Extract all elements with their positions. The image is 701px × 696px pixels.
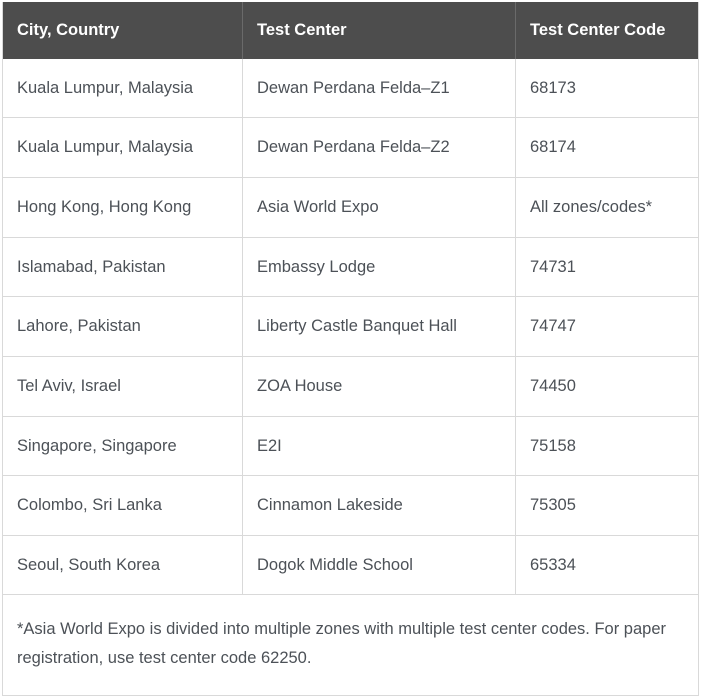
cell-test-center-code: All zones/codes* [515,177,699,238]
table-row: Colombo, Sri Lanka Cinnamon Lakeside 753… [2,475,699,536]
table-footnote: *Asia World Expo is divided into multipl… [2,594,699,696]
table-header: City, Country Test Center Test Center Co… [2,2,699,59]
table-row: Kuala Lumpur, Malaysia Dewan Perdana Fel… [2,58,699,119]
cell-test-center: Asia World Expo [242,177,516,238]
cell-city-country: Tel Aviv, Israel [2,356,243,417]
table-header-row: City, Country Test Center Test Center Co… [2,2,699,59]
table-row: Hong Kong, Hong Kong Asia World Expo All… [2,177,699,238]
test-center-table-container: City, Country Test Center Test Center Co… [0,0,701,696]
cell-city-country: Seoul, South Korea [2,535,243,596]
cell-test-center-code: 74450 [515,356,699,417]
cell-test-center-code: 75305 [515,475,699,536]
cell-test-center-code: 75158 [515,416,699,477]
cell-test-center: Embassy Lodge [242,237,516,298]
cell-test-center-code: 65334 [515,535,699,596]
cell-test-center-code: 68173 [515,58,699,119]
table-row: Tel Aviv, Israel ZOA House 74450 [2,356,699,417]
table-row: Lahore, Pakistan Liberty Castle Banquet … [2,296,699,357]
cell-city-country: Hong Kong, Hong Kong [2,177,243,238]
cell-test-center: ZOA House [242,356,516,417]
table-body: Kuala Lumpur, Malaysia Dewan Perdana Fel… [2,58,699,696]
table-row: Seoul, South Korea Dogok Middle School 6… [2,535,699,596]
test-center-table: City, Country Test Center Test Center Co… [2,2,699,696]
cell-test-center: Dogok Middle School [242,535,516,596]
column-header-test-center-code: Test Center Code [515,2,699,59]
cell-test-center-code: 74747 [515,296,699,357]
cell-city-country: Lahore, Pakistan [2,296,243,357]
cell-test-center: Dewan Perdana Felda–Z1 [242,58,516,119]
table-row: Singapore, Singapore E2I 75158 [2,416,699,477]
table-row: Kuala Lumpur, Malaysia Dewan Perdana Fel… [2,117,699,179]
cell-city-country: Singapore, Singapore [2,416,243,477]
cell-test-center: Cinnamon Lakeside [242,475,516,536]
cell-test-center-code: 68174 [515,117,699,179]
table-footnote-row: *Asia World Expo is divided into multipl… [2,594,699,696]
table-row: Islamabad, Pakistan Embassy Lodge 74731 [2,237,699,298]
cell-city-country: Colombo, Sri Lanka [2,475,243,536]
cell-city-country: Kuala Lumpur, Malaysia [2,117,243,179]
column-header-city-country: City, Country [2,2,243,59]
cell-test-center: E2I [242,416,516,477]
cell-test-center: Liberty Castle Banquet Hall [242,296,516,357]
column-header-test-center: Test Center [242,2,516,59]
cell-test-center: Dewan Perdana Felda–Z2 [242,117,516,179]
cell-city-country: Kuala Lumpur, Malaysia [2,58,243,119]
cell-city-country: Islamabad, Pakistan [2,237,243,298]
cell-test-center-code: 74731 [515,237,699,298]
